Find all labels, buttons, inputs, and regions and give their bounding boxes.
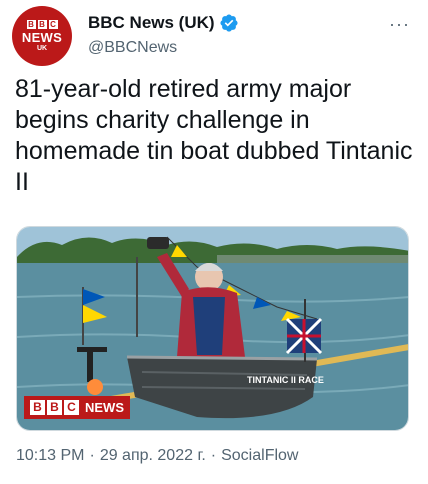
tweet-source[interactable]: SocialFlow — [221, 447, 298, 465]
author-display-name[interactable]: BBC News (UK) — [88, 13, 215, 33]
tweet-date[interactable]: 29 апр. 2022 г. — [100, 447, 206, 465]
avatar-news-text: NEWS — [21, 29, 63, 45]
author-handle[interactable]: @BBCNews — [88, 39, 177, 57]
avatar-letter: B — [37, 19, 47, 29]
logo-news-text: NEWS — [85, 400, 124, 415]
avatar-letter: C — [48, 19, 58, 29]
avatar-bbc-blocks: B B C — [26, 19, 58, 29]
tweet-header: B B C NEWS UK BBC News (UK) @BBCNews ··· — [0, 0, 428, 78]
avatar-region-text: UK — [36, 44, 48, 52]
meta-separator: · — [89, 447, 95, 464]
meta-separator: · — [210, 447, 217, 464]
logo-letter: B — [47, 400, 62, 415]
boat-hull-label: TINTANIC II RACE — [247, 375, 324, 385]
logo-letter: B — [30, 400, 45, 415]
tweet-time[interactable]: 10:13 PM — [16, 447, 84, 465]
tweet-metadata: 10:13 PM · 29 апр. 2022 г. · SocialFlow — [16, 447, 298, 465]
verified-badge-icon — [220, 14, 238, 32]
tweet-media-image[interactable]: TINTANIC II RACE B B C NEWS — [16, 226, 409, 431]
avatar-letter: B — [26, 19, 36, 29]
logo-letter: C — [64, 400, 79, 415]
more-options-icon[interactable]: ··· — [389, 14, 410, 35]
author-name-row: BBC News (UK) — [88, 13, 239, 33]
tweet-text: 81-year-old retired army major begins ch… — [15, 75, 413, 196]
bbc-news-logo: B B C NEWS — [24, 396, 130, 419]
avatar[interactable]: B B C NEWS UK — [12, 6, 72, 66]
